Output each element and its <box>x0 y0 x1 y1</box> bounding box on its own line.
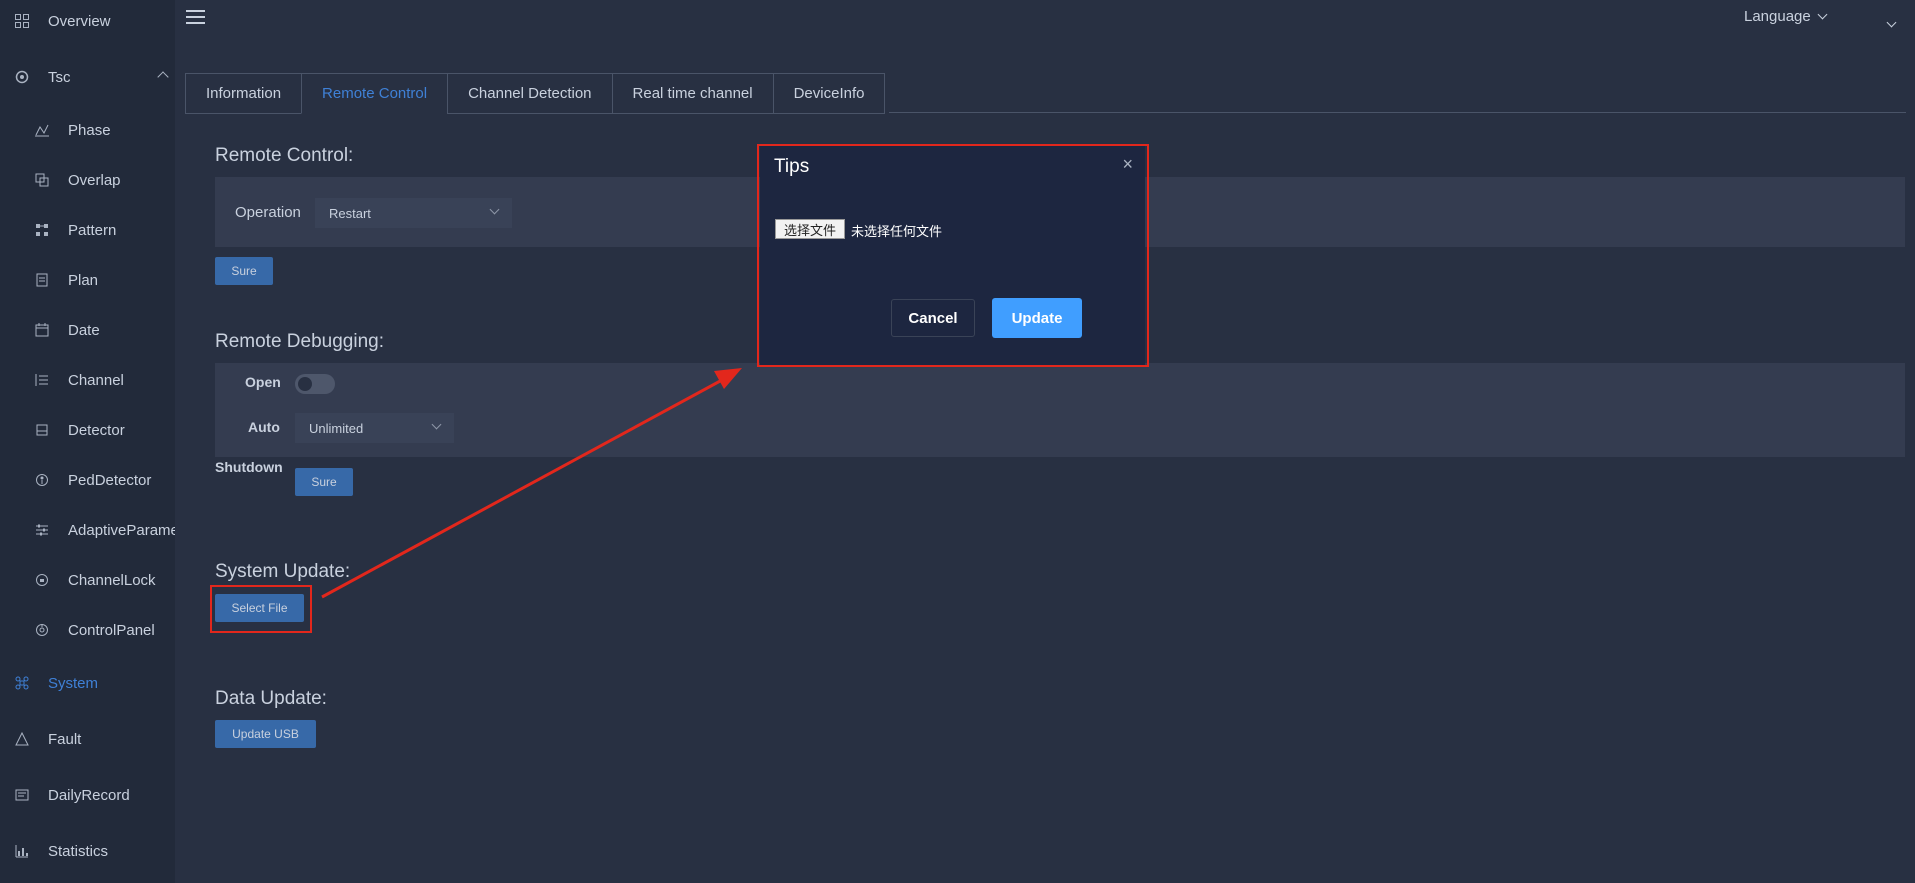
annotation-arrow <box>321 368 742 599</box>
